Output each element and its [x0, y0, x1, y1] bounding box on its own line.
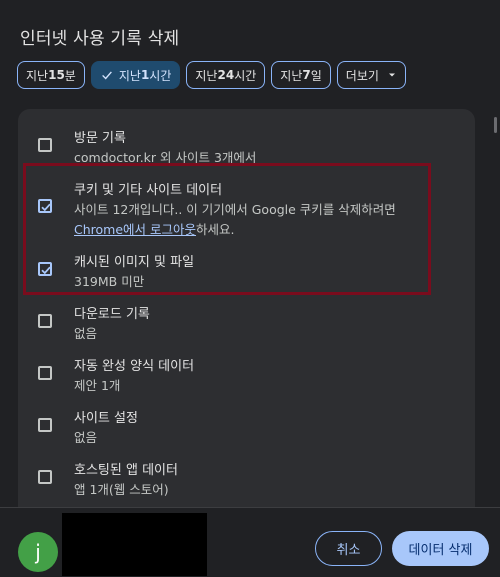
item-hosted-app-data[interactable]: 호스팅된 앱 데이터 앱 1개(웹 스토어)	[18, 455, 475, 501]
item-title: 사이트 설정	[74, 411, 138, 426]
check-icon	[101, 71, 112, 80]
scrollbar-thumb[interactable]	[494, 117, 497, 133]
item-title: 자동 완성 양식 데이터	[74, 359, 195, 374]
chip-last-15-minutes[interactable]: 지난 15 분	[17, 61, 85, 89]
chip-suffix: 분	[64, 68, 76, 83]
item-title: 방문 기록	[74, 131, 126, 146]
checkbox-site-settings[interactable]	[38, 418, 52, 432]
item-cached-images[interactable]: 캐시된 이미지 및 파일 319MB 미만	[18, 247, 475, 293]
chip-suffix: 시간	[234, 68, 257, 83]
chip-number: 15	[48, 68, 65, 82]
chip-number: 24	[217, 68, 235, 82]
item-title: 호스팅된 앱 데이터	[74, 463, 178, 478]
item-subtitle-line2: Chrome에서 로그아웃하세요.	[74, 219, 235, 238]
item-cookies[interactable]: 쿠키 및 기타 사이트 데이터 사이트 12개입니다.. 이 기기에서 Goog…	[18, 175, 475, 239]
check-icon	[41, 203, 51, 212]
chip-number: 7	[302, 68, 311, 82]
caret-down-icon	[388, 73, 395, 77]
item-title: 다운로드 기록	[74, 307, 150, 322]
chip-last-7-days[interactable]: 지난 7일	[271, 61, 331, 89]
item-subtitle: 없음	[74, 430, 98, 445]
checkbox-cached-images[interactable]	[38, 262, 52, 276]
item-title: 캐시된 이미지 및 파일	[74, 255, 195, 270]
item-subtitle-tail: 하세요.	[196, 222, 235, 237]
checkbox-browsing-history[interactable]	[38, 138, 52, 152]
chip-suffix: 시간	[149, 68, 172, 83]
sign-out-link[interactable]: Chrome에서 로그아웃	[74, 222, 196, 237]
chip-last-24-hours[interactable]: 지난 24 시간	[186, 61, 266, 89]
chip-prefix: 지난	[195, 68, 218, 83]
checkbox-autofill-data[interactable]	[38, 366, 52, 380]
item-subtitle: 319MB 미만	[74, 274, 145, 289]
item-title: 쿠키 및 기타 사이트 데이터	[74, 183, 223, 198]
time-range-chips: 지난 15 분 지난 1 시간 지난 24 시간 지난 7일 더보기	[17, 61, 406, 89]
cancel-button[interactable]: 취소	[315, 531, 382, 566]
dialog-title: 인터넷 사용 기록 삭제	[20, 29, 180, 49]
redacted-account-info	[62, 513, 207, 576]
item-subtitle: comdoctor.kr 외 사이트 3개에서	[74, 150, 257, 165]
delete-data-button[interactable]: 데이터 삭제	[392, 531, 489, 566]
data-types-list: 방문 기록 comdoctor.kr 외 사이트 3개에서 쿠키 및 기타 사이…	[18, 109, 475, 507]
chip-prefix: 지난	[280, 68, 303, 83]
item-browsing-history[interactable]: 방문 기록 comdoctor.kr 외 사이트 3개에서	[18, 123, 475, 169]
more-time-ranges-dropdown[interactable]: 더보기	[336, 61, 406, 89]
clear-browsing-data-dialog: 인터넷 사용 기록 삭제 지난 15 분 지난 1 시간 지난 24 시간 지난 7일…	[0, 0, 500, 577]
checkbox-hosted-app-data[interactable]	[38, 470, 52, 484]
chip-number: 1	[140, 68, 150, 82]
item-site-settings[interactable]: 사이트 설정 없음	[18, 403, 475, 449]
checkbox-download-history[interactable]	[38, 314, 52, 328]
chip-prefix: 지난	[118, 68, 141, 83]
checkbox-cookies[interactable]	[38, 199, 52, 213]
check-icon	[41, 266, 51, 275]
item-autofill-data[interactable]: 자동 완성 양식 데이터 제안 1개	[18, 351, 475, 397]
more-label: 더보기	[345, 68, 379, 83]
item-subtitle: 앱 1개(웹 스토어)	[74, 482, 169, 497]
avatar[interactable]: j	[18, 532, 58, 572]
item-subtitle: 사이트 12개입니다.. 이 기기에서 Google 쿠키를 삭제하려면	[74, 202, 396, 217]
item-subtitle: 없음	[74, 326, 98, 341]
item-subtitle: 제안 1개	[74, 378, 121, 393]
item-download-history[interactable]: 다운로드 기록 없음	[18, 299, 475, 345]
chip-suffix: 일	[310, 68, 322, 83]
chip-last-1-hour[interactable]: 지난 1 시간	[90, 61, 181, 89]
chip-prefix: 지난	[26, 68, 49, 83]
